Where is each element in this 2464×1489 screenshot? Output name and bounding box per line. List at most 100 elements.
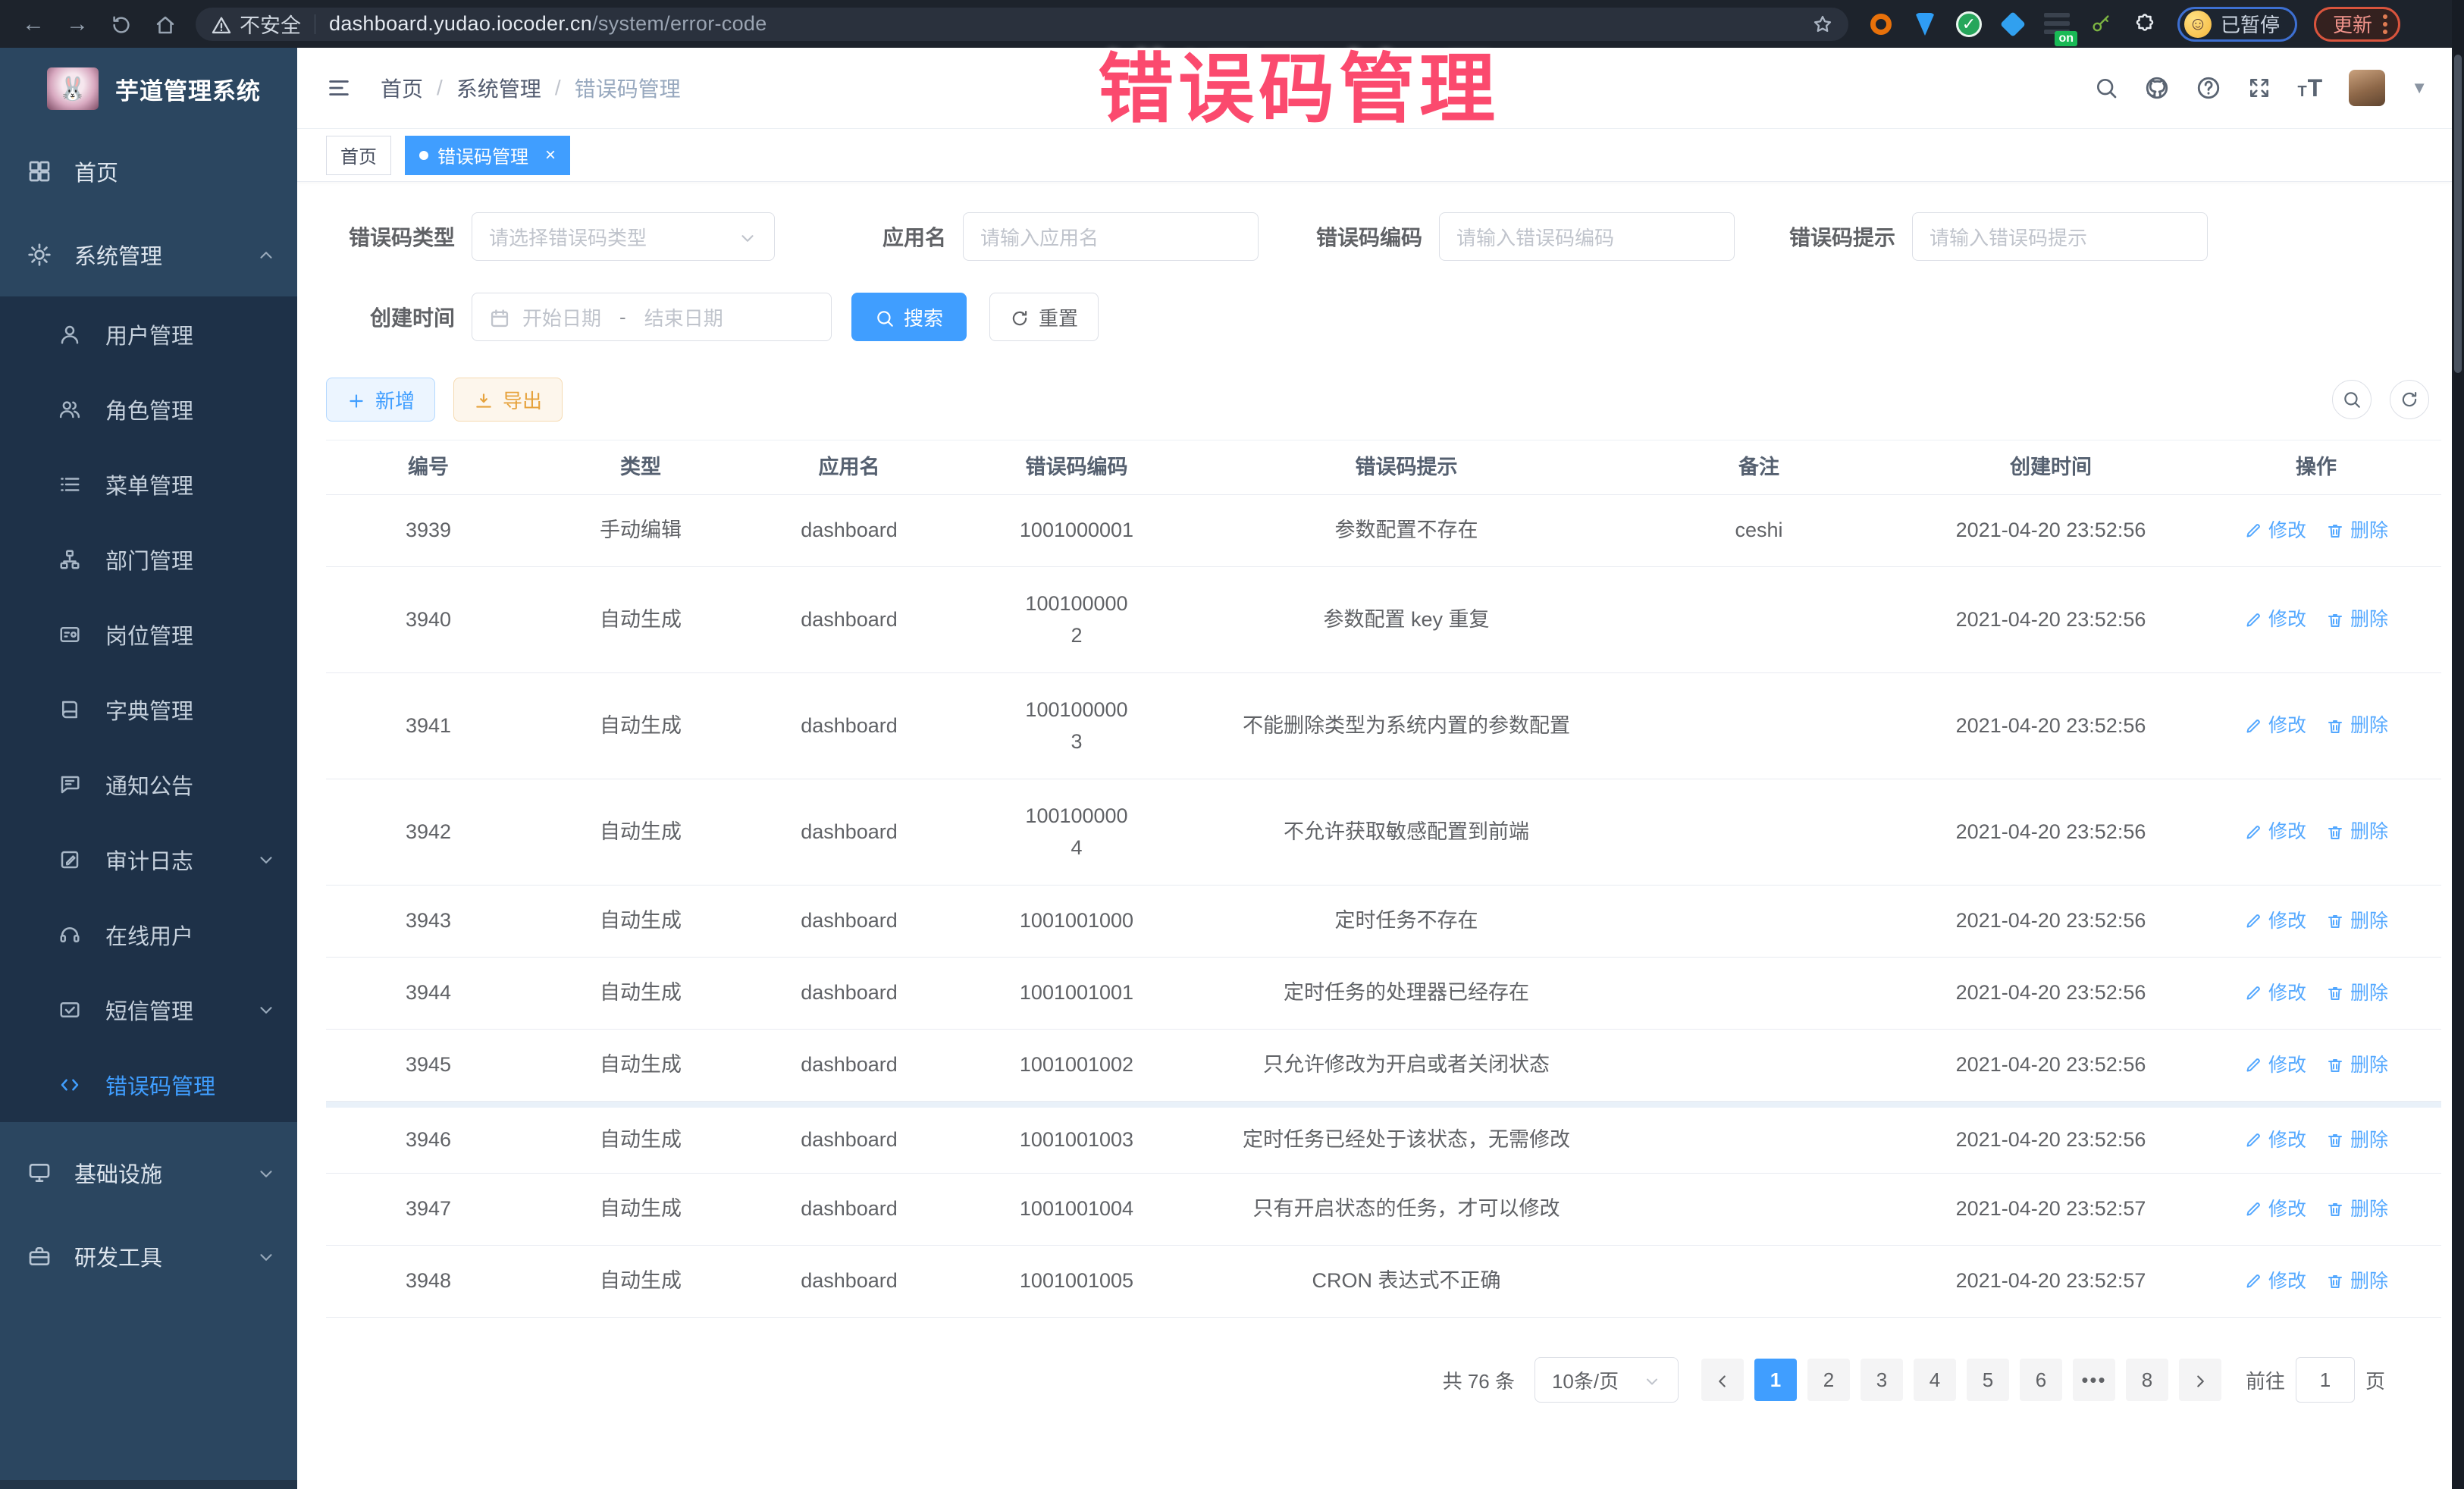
browser-update-button[interactable]: 更新 (2314, 7, 2400, 42)
browser-scrollbar[interactable] (2452, 0, 2464, 1489)
github-icon[interactable] (2144, 75, 2170, 101)
edit-link[interactable]: 修改 (2244, 817, 2306, 847)
delete-link[interactable]: 删除 (2326, 1126, 2388, 1155)
app-logo-row[interactable]: 🐰 芋道管理系统 (0, 48, 297, 130)
page-button-2[interactable]: 2 (1807, 1359, 1850, 1401)
close-icon[interactable]: × (545, 145, 556, 166)
sidebar-item-基础设施[interactable]: 基础设施 (0, 1131, 297, 1215)
browser-menu-icon[interactable] (2383, 14, 2387, 34)
browser-nav: ← → (0, 5, 185, 44)
error-code-input[interactable]: 请输入错误码编码 (1439, 212, 1735, 261)
refresh-icon (1010, 306, 1030, 329)
goto-label: 前往 (2246, 1366, 2285, 1394)
date-range-picker[interactable]: 开始日期 - 结束日期 (472, 293, 832, 341)
sidebar-item-在线用户[interactable]: 在线用户 (0, 897, 297, 972)
prev-page-button[interactable] (1701, 1359, 1744, 1401)
sidebar-item-字典管理[interactable]: 字典管理 (0, 672, 297, 747)
main-area: 首页/系统管理/错误码管理 TT ▼ 首页错误码管理× 错误码类型 请选择错误码… (297, 48, 2452, 1489)
more-pages-button[interactable]: ••• (2073, 1359, 2115, 1401)
add-button[interactable]: 新增 (326, 378, 435, 422)
browser-home-button[interactable] (146, 5, 185, 44)
reset-button[interactable]: 重置 (989, 293, 1099, 341)
sidebar-item-岗位管理[interactable]: 岗位管理 (0, 597, 297, 672)
cell-time: 2021-04-20 23:52:56 (1911, 905, 2191, 937)
tab-首页[interactable]: 首页 (326, 136, 391, 175)
extension-gem-icon[interactable] (1912, 11, 1938, 37)
export-button[interactable]: 导出 (453, 378, 563, 422)
page-button-4[interactable]: 4 (1914, 1359, 1956, 1401)
page-button-6[interactable]: 6 (2020, 1359, 2062, 1401)
browser-reload-button[interactable] (102, 5, 141, 44)
next-page-button[interactable] (2179, 1359, 2221, 1401)
sidebar-item-菜单管理[interactable]: 菜单管理 (0, 447, 297, 522)
sidebar-item-用户管理[interactable]: 用户管理 (0, 296, 297, 371)
edit-link[interactable]: 修改 (2244, 907, 2306, 936)
sidebar-item-首页[interactable]: 首页 (0, 130, 297, 213)
sidebar-item-研发工具[interactable]: 研发工具 (0, 1215, 297, 1298)
edit-link[interactable]: 修改 (2244, 979, 2306, 1008)
calendar-icon (489, 305, 510, 328)
extension-diamond-icon[interactable] (2000, 11, 2026, 37)
browser-forward-button[interactable]: → (58, 5, 97, 44)
sidebar-item-通知公告[interactable]: 通知公告 (0, 747, 297, 822)
edit-link[interactable]: 修改 (2244, 1051, 2306, 1080)
error-hint-input[interactable]: 请输入错误码提示 (1912, 212, 2208, 261)
refresh-table-button[interactable] (2390, 380, 2429, 419)
extension-key-icon[interactable] (2088, 11, 2114, 37)
breadcrumb-item[interactable]: 首页 (381, 73, 423, 103)
edit-link[interactable]: 修改 (2244, 605, 2306, 635)
search-icon (875, 306, 895, 329)
delete-link[interactable]: 删除 (2326, 817, 2388, 847)
delete-link[interactable]: 删除 (2326, 1051, 2388, 1080)
delete-link[interactable]: 删除 (2326, 516, 2388, 546)
sidebar-item-短信管理[interactable]: 短信管理 (0, 972, 297, 1047)
user-menu-caret-icon[interactable]: ▼ (2411, 78, 2428, 98)
edit-link[interactable]: 修改 (2244, 1267, 2306, 1296)
page-button-1[interactable]: 1 (1754, 1359, 1797, 1401)
extension-ring-icon[interactable] (1868, 11, 1894, 37)
page-button-5[interactable]: 5 (1967, 1359, 2009, 1401)
toggle-search-button[interactable] (2332, 380, 2372, 419)
goto-page-input[interactable]: 1 (2296, 1357, 2355, 1403)
sidebar-item-错误码管理[interactable]: 错误码管理 (0, 1047, 297, 1122)
font-size-icon[interactable]: TT (2297, 74, 2323, 102)
search-icon[interactable] (2094, 76, 2118, 100)
delete-link[interactable]: 删除 (2326, 711, 2388, 741)
sidebar-item-审计日志[interactable]: 审计日志 (0, 822, 297, 897)
help-icon[interactable] (2196, 75, 2221, 101)
page-size-select[interactable]: 10条/页 (1535, 1357, 1679, 1403)
extension-list-icon[interactable]: on (2044, 11, 2070, 37)
edit-link[interactable]: 修改 (2244, 1126, 2306, 1155)
browser-back-button[interactable]: ← (14, 5, 53, 44)
error-type-select[interactable]: 请选择错误码类型 (472, 212, 775, 261)
edit-link[interactable]: 修改 (2244, 1195, 2306, 1224)
user-avatar[interactable] (2349, 70, 2385, 106)
profile-paused-badge[interactable]: ☺ 已暂停 (2177, 7, 2297, 42)
delete-link[interactable]: 删除 (2326, 979, 2388, 1008)
insecure-warning[interactable]: 不安全 (211, 9, 301, 39)
sidebar-item-部门管理[interactable]: 部门管理 (0, 522, 297, 597)
delete-link[interactable]: 删除 (2326, 1195, 2388, 1224)
edit-link[interactable]: 修改 (2244, 516, 2306, 546)
app-name-input[interactable]: 请输入应用名 (963, 212, 1259, 261)
forward-icon: → (66, 11, 89, 37)
edit-link[interactable]: 修改 (2244, 711, 2306, 741)
delete-link[interactable]: 删除 (2326, 907, 2388, 936)
plus-icon (346, 388, 366, 412)
extensions-puzzle-icon[interactable] (2132, 11, 2158, 37)
delete-link[interactable]: 删除 (2326, 1267, 2388, 1296)
sidebar-item-角色管理[interactable]: 角色管理 (0, 371, 297, 447)
bookmark-star-icon[interactable] (1812, 14, 1833, 35)
hamburger-icon[interactable] (326, 75, 352, 101)
page-button-3[interactable]: 3 (1861, 1359, 1903, 1401)
extension-check-icon[interactable]: ✓ (1956, 11, 1982, 37)
delete-link[interactable]: 删除 (2326, 605, 2388, 635)
tab-错误码管理[interactable]: 错误码管理× (405, 136, 570, 175)
sidebar-item-系统管理[interactable]: 系统管理 (0, 213, 297, 296)
url-bar[interactable]: 不安全 dashboard.yudao.iocoder.cn/system/er… (196, 8, 1848, 41)
search-button[interactable]: 搜索 (851, 293, 967, 341)
breadcrumb-item[interactable]: 系统管理 (456, 73, 541, 103)
fullscreen-icon[interactable] (2247, 76, 2271, 100)
scrollbar-thumb[interactable] (2454, 55, 2462, 373)
page-button-8[interactable]: 8 (2126, 1359, 2168, 1401)
